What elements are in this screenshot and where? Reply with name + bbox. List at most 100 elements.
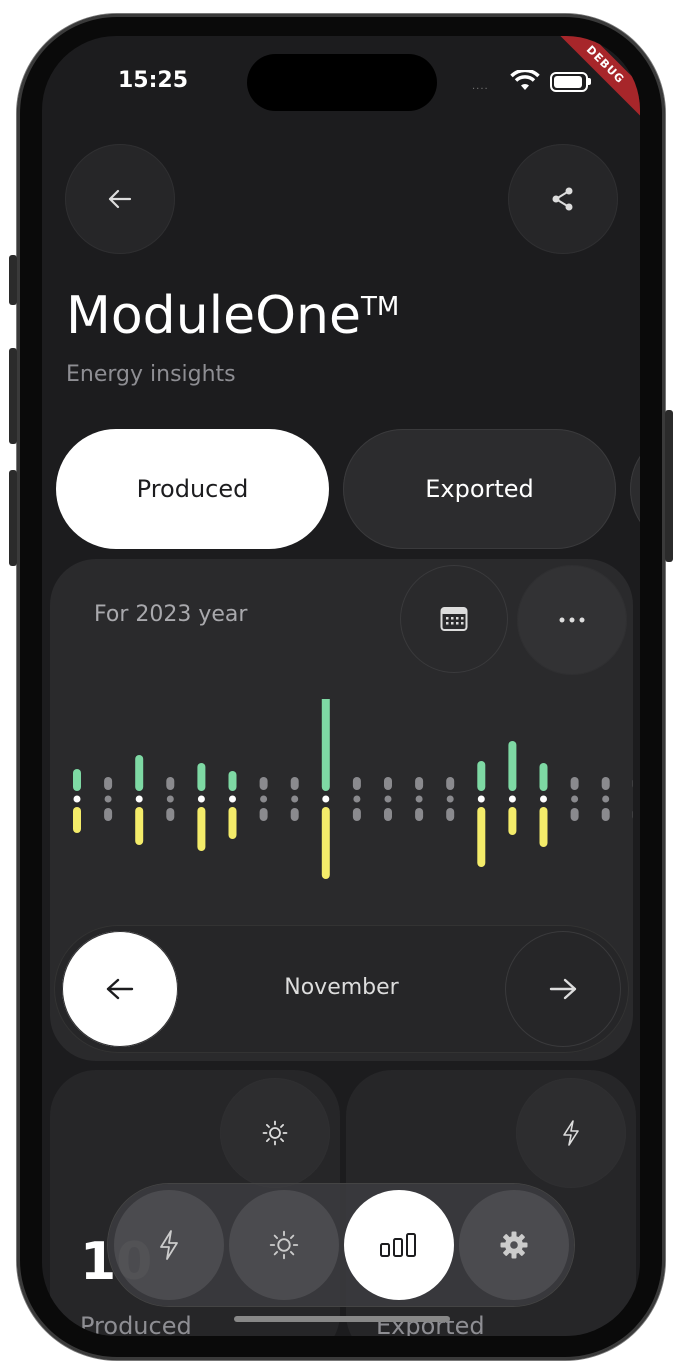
empty-bar-top	[446, 777, 455, 790]
share-button[interactable]	[508, 144, 618, 254]
chart-card: For 2023 year November	[50, 559, 633, 1061]
exported-bar	[73, 807, 81, 833]
empty-bar-top	[290, 777, 299, 790]
calendar-button[interactable]	[400, 565, 508, 673]
day-marker	[135, 795, 143, 803]
lightning-icon	[563, 1120, 579, 1146]
empty-bar-top	[352, 777, 361, 790]
tab-exported-label: Exported	[425, 475, 534, 503]
day-marker	[446, 795, 454, 803]
empty-bar-bottom	[570, 808, 579, 821]
empty-bar-bottom	[601, 808, 610, 821]
day-marker	[384, 795, 392, 803]
status-time: 15:25	[118, 68, 189, 93]
exported-bar	[197, 807, 206, 851]
mute-switch	[9, 255, 17, 305]
empty-bar-bottom	[290, 808, 299, 821]
screen: 15:25 ···· DEBUG ModuleOneTM Energy insi…	[42, 36, 640, 1336]
battery-tip	[588, 78, 591, 85]
arrow-left-icon	[108, 189, 132, 209]
home-indicator	[234, 1316, 450, 1322]
bar-chart-icon	[380, 1233, 416, 1257]
signal-icon: ····	[472, 84, 489, 95]
empty-bar-bottom	[446, 808, 455, 821]
tab-exported[interactable]: Exported	[343, 429, 616, 549]
share-icon	[552, 187, 573, 211]
page-subtitle: Energy insights	[66, 362, 236, 387]
day-marker	[602, 795, 610, 803]
empty-bar-bottom	[259, 808, 268, 821]
nav-insights[interactable]	[344, 1190, 454, 1300]
more-horizontal-icon	[559, 617, 585, 623]
back-button[interactable]	[65, 144, 175, 254]
power-button	[665, 410, 673, 562]
bolt-button[interactable]	[516, 1078, 626, 1188]
produced-bar	[539, 763, 548, 791]
exported-bar	[135, 807, 144, 845]
produced-bar	[508, 741, 517, 791]
produced-bar	[135, 755, 144, 791]
empty-bar-bottom	[104, 808, 113, 821]
day-marker	[260, 795, 268, 803]
volume-down-button	[9, 470, 17, 566]
day-marker	[477, 795, 485, 803]
tab-produced-label: Produced	[136, 475, 249, 503]
exported-bar	[321, 807, 330, 879]
gear-icon	[500, 1231, 528, 1259]
title-text: ModuleOne	[66, 286, 361, 346]
sun-icon	[262, 1120, 288, 1146]
day-marker	[166, 795, 174, 803]
volume-up-button	[9, 348, 17, 444]
tab-next-partial[interactable]	[630, 429, 640, 549]
period-label: For 2023 year	[94, 602, 248, 627]
empty-bar-top	[570, 777, 579, 790]
more-options-button[interactable]	[517, 565, 627, 675]
next-month-button[interactable]	[505, 931, 621, 1047]
empty-bar-top	[104, 777, 113, 790]
wifi-icon	[510, 70, 540, 90]
status-bar: 15:25 ···· DEBUG	[42, 36, 640, 126]
day-marker	[73, 795, 81, 803]
nav-settings[interactable]	[459, 1190, 569, 1300]
day-marker	[229, 795, 236, 803]
empty-bar-top	[166, 777, 175, 790]
day-marker	[540, 795, 547, 803]
produced-bar	[228, 771, 237, 791]
day-marker	[571, 795, 579, 803]
arrow-right-icon	[549, 978, 577, 1000]
bottom-nav	[108, 1184, 574, 1306]
exported-bar	[539, 807, 548, 847]
empty-bar-bottom	[384, 808, 392, 821]
day-marker	[353, 795, 361, 803]
energy-chart	[73, 699, 633, 879]
nav-energy[interactable]	[114, 1190, 224, 1300]
produced-caption: Produced	[80, 1312, 192, 1336]
empty-bar-top	[415, 777, 424, 790]
day-marker	[322, 795, 330, 803]
day-marker	[197, 795, 205, 803]
produced-bar	[73, 769, 81, 791]
sun-icon	[269, 1230, 299, 1260]
exported-bar	[477, 807, 486, 867]
produced-bar	[477, 761, 486, 791]
sun-button[interactable]	[220, 1078, 330, 1188]
produced-bar	[197, 763, 206, 791]
exported-bar	[508, 807, 517, 835]
tab-produced[interactable]: Produced	[56, 429, 329, 549]
empty-bar-top	[601, 777, 610, 790]
day-marker	[415, 795, 423, 803]
day-marker	[291, 795, 299, 803]
calendar-icon	[440, 607, 468, 631]
battery-icon	[550, 72, 588, 92]
trademark-mark: TM	[360, 292, 400, 322]
month-selector: November	[54, 925, 629, 1053]
empty-bar-bottom	[415, 808, 424, 821]
empty-bar-bottom	[166, 808, 175, 821]
produced-bar	[321, 699, 330, 791]
nav-solar[interactable]	[229, 1190, 339, 1300]
day-marker	[508, 795, 516, 803]
lightning-icon	[160, 1230, 178, 1260]
day-marker	[104, 795, 112, 803]
empty-bar-top	[384, 777, 392, 790]
dynamic-island	[247, 54, 437, 111]
